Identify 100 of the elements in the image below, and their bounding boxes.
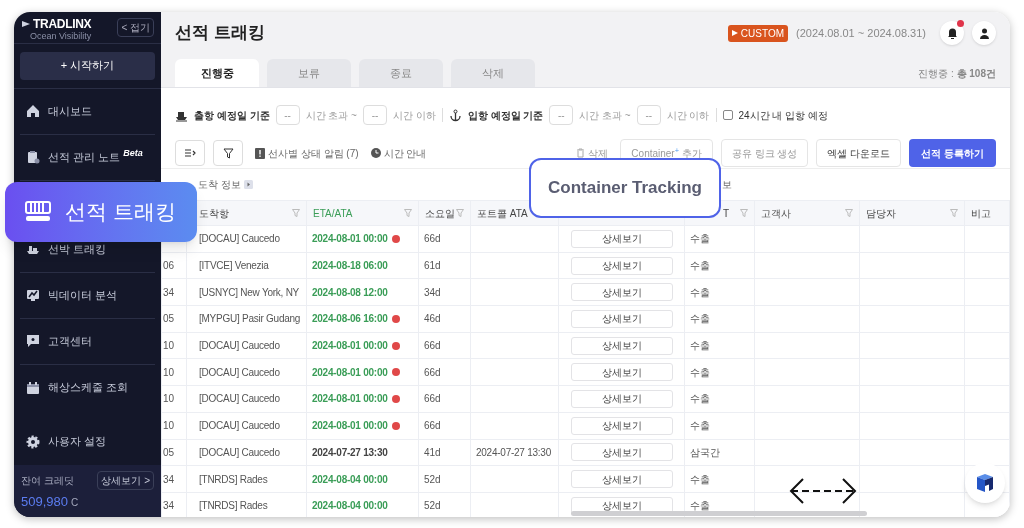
- table-cell: 수출: [690, 260, 710, 272]
- credits-label: 잔여 크레딧: [21, 473, 74, 488]
- table-cell: 66d: [424, 340, 441, 352]
- sidebar-item[interactable]: 해상스케줄 조회: [20, 364, 155, 411]
- group-header: 보: [722, 178, 732, 192]
- toolbar-button[interactable]: 엑셀 다운로드: [816, 139, 902, 167]
- shipment-count: 진행중 : 총 108건: [918, 67, 996, 81]
- column-header: 담당자: [866, 206, 896, 221]
- alert-icon: [255, 147, 265, 159]
- page-title: 선적 트래킹: [175, 22, 265, 45]
- help-icon: [26, 334, 40, 348]
- table-cell: 수출: [690, 233, 710, 245]
- alerts-link[interactable]: 선사별 상태 알림 (7): [255, 145, 359, 161]
- table-cell: 수출: [690, 286, 710, 298]
- eta-text: 2024-08-01 00:00: [312, 232, 388, 247]
- column-header: 소요일: [425, 206, 455, 221]
- table-cell: [DOCAU] Caucedo: [199, 366, 280, 378]
- table-cell: 10: [163, 393, 175, 405]
- bell-icon: [946, 27, 958, 39]
- eta-text: 2024-08-04 00:00: [312, 499, 388, 514]
- table-cell: 수출: [690, 473, 710, 485]
- checkbox[interactable]: [722, 110, 733, 120]
- logo: TRADLINX: [33, 18, 92, 30]
- table-cell: 61d: [424, 260, 441, 272]
- table-cell: 34: [163, 500, 175, 512]
- double-arrow-icon: [789, 476, 857, 506]
- table-cell: [TNRDS] Rades: [199, 473, 268, 485]
- table-cell: 34: [163, 473, 175, 485]
- table-cell: 2024-07-27 13:30: [476, 446, 551, 458]
- filter-button[interactable]: [213, 140, 243, 166]
- table-cell: 10: [163, 366, 175, 378]
- table-cell: 수출: [690, 420, 710, 432]
- table-cell: 66d: [424, 420, 441, 432]
- toolbar-button[interactable]: 선적 등록하기: [909, 139, 996, 167]
- notification-button[interactable]: [940, 21, 964, 45]
- table-cell: 66d: [424, 393, 441, 405]
- column-header: T: [723, 206, 730, 221]
- caption-tooltip: Container Tracking: [529, 158, 721, 218]
- checkbox-label: 24시간 내 입항 예정: [738, 108, 828, 123]
- field-suffix: 시간 초과 ~: [579, 108, 631, 123]
- details-button[interactable]: 상세보기: [570, 416, 673, 435]
- sidebar-item[interactable]: 선적 관리 노트 $^{Beta}$: [20, 134, 155, 181]
- eta-text: 2024-08-01 00:00: [312, 419, 388, 434]
- table-cell: [DOCAU] Caucedo: [199, 233, 280, 245]
- details-button[interactable]: 상세보기: [570, 229, 673, 248]
- chart-icon: [26, 288, 40, 302]
- table-cell: 수출: [690, 393, 710, 405]
- details-button[interactable]: 상세보기: [570, 363, 673, 382]
- eta-text: 2024-08-01 00:00: [312, 339, 388, 354]
- details-button[interactable]: 상세보기: [570, 283, 673, 302]
- field-suffix: 시간 초과 ~: [305, 108, 357, 123]
- logo-icon: [21, 19, 31, 29]
- sidebar-item[interactable]: 빅데이터 분석: [20, 272, 155, 319]
- table-cell: 66d: [424, 233, 441, 245]
- table-cell: 수출: [690, 313, 710, 325]
- table-cell: [MYPGU] Pasir Gudang: [199, 313, 301, 325]
- table-cell: 34d: [424, 286, 441, 298]
- group-header: 도착 정보: [198, 178, 241, 192]
- date-range: (2024.08.01 ~ 2024.08.31): [796, 25, 926, 41]
- details-button[interactable]: 상세보기: [570, 309, 673, 328]
- filter-label: 입항 예정일 기준: [467, 108, 544, 123]
- eta-text: 2024-08-01 00:00: [312, 392, 388, 407]
- container-icon: [25, 201, 51, 223]
- eta-text: 2024-07-27 13:30: [312, 445, 388, 460]
- time-guide-link[interactable]: 시간 안내: [370, 145, 427, 161]
- table-cell: 66d: [424, 366, 441, 378]
- calendar-icon: [26, 380, 40, 395]
- table-cell: [DOCAU] Caucedo: [199, 420, 280, 432]
- details-button[interactable]: 상세보기: [570, 470, 673, 489]
- anchor-icon: [448, 108, 462, 122]
- collapse-button[interactable]: < 접기: [117, 18, 154, 37]
- filter-label: 출항 예정일 기준: [194, 108, 270, 123]
- profile-button[interactable]: [972, 21, 996, 45]
- table-cell: 52d: [424, 473, 441, 485]
- details-button[interactable]: 상세보기: [570, 256, 673, 275]
- details-button[interactable]: 상세보기: [570, 336, 673, 355]
- table-cell: [USNYC] New York, NY: [199, 286, 300, 298]
- table-cell: 10: [163, 340, 175, 352]
- sidebar-item[interactable]: 사용자 설정: [20, 418, 155, 465]
- scrollbar-thumb[interactable]: [571, 511, 867, 516]
- table-cell: [DOCAU] Caucedo: [199, 340, 280, 352]
- expand-icon: [243, 180, 253, 189]
- table-cell: 수출: [690, 500, 710, 512]
- cube-icon: [976, 473, 994, 493]
- sidebar-item[interactable]: 대시보드: [20, 88, 155, 135]
- tagline: Ocean Visibility: [29, 32, 92, 41]
- columns-button[interactable]: [175, 140, 205, 166]
- details-button[interactable]: 상세보기: [570, 389, 673, 408]
- table-cell: 10: [163, 420, 175, 432]
- tab[interactable]: 진행중: [175, 59, 259, 87]
- start-button[interactable]: + 시작하기: [20, 51, 155, 80]
- table-cell: 수출: [690, 340, 710, 352]
- sidebar-item[interactable]: 고객센터: [20, 318, 155, 365]
- eta-text: 2024-08-18 06:00: [312, 259, 388, 274]
- table-cell: 05: [163, 446, 175, 458]
- table-cell: 46d: [424, 313, 441, 325]
- details-button[interactable]: 상세보기: [570, 443, 673, 462]
- table-cell: [DOCAU] Caucedo: [199, 393, 280, 405]
- table-cell: 52d: [424, 500, 441, 512]
- details-button[interactable]: 상세보기 >: [97, 470, 154, 490]
